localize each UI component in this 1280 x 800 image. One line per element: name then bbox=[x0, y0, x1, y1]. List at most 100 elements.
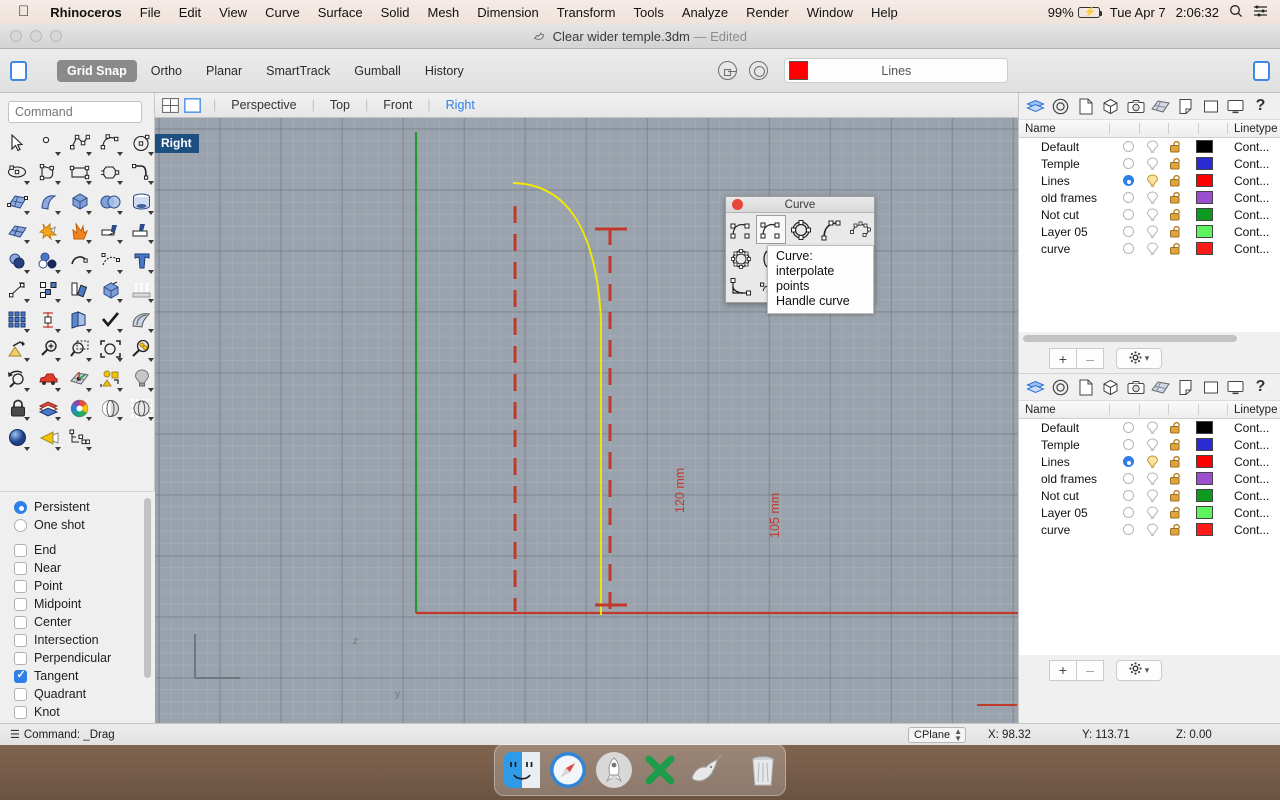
display-icon[interactable] bbox=[1223, 376, 1248, 398]
layer-visibility-icon[interactable] bbox=[1141, 454, 1164, 469]
quadrant-checkbox[interactable] bbox=[14, 687, 27, 701]
viewport-tab-right[interactable]: Right bbox=[438, 98, 483, 112]
table-row[interactable]: Layer 05 Cont... bbox=[1019, 223, 1280, 240]
curve-edit-icon[interactable] bbox=[64, 246, 95, 276]
layer-color-swatch[interactable] bbox=[1188, 225, 1220, 238]
layer-current-radio[interactable] bbox=[1115, 507, 1141, 518]
excel-icon[interactable] bbox=[641, 750, 679, 790]
table-row[interactable]: old frames Cont... bbox=[1019, 189, 1280, 206]
finder-icon[interactable] bbox=[503, 750, 541, 790]
notes-icon[interactable] bbox=[1173, 376, 1198, 398]
layer-current-radio[interactable] bbox=[1115, 192, 1141, 203]
select-objects-icon[interactable] bbox=[95, 364, 126, 394]
page-icon[interactable] bbox=[1073, 376, 1098, 398]
osnap-knot[interactable]: Knot bbox=[14, 703, 155, 721]
layer-current-radio[interactable] bbox=[1115, 209, 1141, 220]
notes-icon[interactable] bbox=[1173, 95, 1198, 117]
layer-color-swatch[interactable] bbox=[1188, 421, 1220, 434]
layer-linetype[interactable]: Cont... bbox=[1220, 174, 1280, 188]
layer-lock-icon[interactable] bbox=[1164, 455, 1188, 468]
layer-current-radio[interactable] bbox=[1115, 158, 1141, 169]
zoom-extents-icon[interactable] bbox=[95, 335, 126, 365]
layer-color-swatch[interactable] bbox=[1188, 157, 1220, 170]
layer-current-radio[interactable] bbox=[1115, 226, 1141, 237]
ortho-button[interactable]: Ortho bbox=[141, 60, 192, 82]
menu-item-curve[interactable]: Curve bbox=[256, 5, 309, 20]
copy-icon[interactable] bbox=[33, 276, 64, 306]
ghosted-view-icon[interactable] bbox=[126, 394, 157, 424]
control-center-icon[interactable] bbox=[1253, 5, 1268, 20]
curve-tool-icon[interactable] bbox=[95, 128, 126, 158]
camera-icon[interactable] bbox=[1123, 376, 1148, 398]
gumball-button[interactable]: Gumball bbox=[344, 60, 411, 82]
layer-lock-icon[interactable] bbox=[1164, 157, 1188, 170]
layers-icon[interactable] bbox=[1023, 376, 1048, 398]
walkabout-icon[interactable] bbox=[33, 364, 64, 394]
layer-current-radio[interactable] bbox=[1115, 490, 1141, 501]
named-views-icon[interactable] bbox=[1198, 376, 1223, 398]
menu-item-view[interactable]: View bbox=[210, 5, 256, 20]
osnap-icon[interactable] bbox=[718, 61, 738, 80]
apple-logo-icon[interactable]:  bbox=[8, 3, 41, 22]
light-icon[interactable] bbox=[126, 364, 157, 394]
right-viewport[interactable]: Right 120 mm 105 mm z y Curve Curve: int… bbox=[155, 118, 1018, 723]
layer-linetype[interactable]: Cont... bbox=[1220, 157, 1280, 171]
color-wheel-icon[interactable] bbox=[64, 394, 95, 424]
layer-visibility-icon[interactable] bbox=[1141, 156, 1164, 171]
single-viewport-icon[interactable] bbox=[184, 97, 201, 113]
layer-color-swatch[interactable] bbox=[1188, 472, 1220, 485]
rectangle-tool-icon[interactable] bbox=[64, 158, 95, 188]
table-row[interactable]: Temple Cont... bbox=[1019, 436, 1280, 453]
layer-linetype[interactable]: Cont... bbox=[1220, 455, 1280, 469]
menu-item-edit[interactable]: Edit bbox=[170, 5, 210, 20]
table-row[interactable]: curve Cont... bbox=[1019, 521, 1280, 538]
viewport-name-label[interactable]: Right bbox=[155, 134, 199, 153]
explode-icon[interactable] bbox=[33, 217, 64, 247]
table-row[interactable]: Default Cont... bbox=[1019, 138, 1280, 155]
command-input[interactable] bbox=[8, 101, 142, 123]
osnap-tangent[interactable]: Tangent bbox=[14, 667, 155, 685]
safari-icon[interactable] bbox=[549, 750, 587, 790]
layer-linetype[interactable]: Cont... bbox=[1220, 225, 1280, 239]
curve-interpolate-points-icon[interactable] bbox=[756, 215, 786, 244]
table-row[interactable]: Default Cont... bbox=[1019, 419, 1280, 436]
table-row[interactable]: Lines Cont... bbox=[1019, 453, 1280, 470]
help-icon[interactable]: ? bbox=[1248, 376, 1273, 398]
ellipse-tool-icon[interactable] bbox=[2, 158, 33, 188]
minimize-window-button[interactable] bbox=[30, 30, 42, 42]
layer-options-button[interactable]: ▾ bbox=[1116, 348, 1162, 369]
layer-linetype[interactable]: Cont... bbox=[1220, 140, 1280, 154]
layer-current-radio[interactable] bbox=[1115, 175, 1141, 186]
osnap-center[interactable]: Center bbox=[14, 613, 155, 631]
layer-lock-icon[interactable] bbox=[1164, 506, 1188, 519]
curve-rebuild-icon[interactable] bbox=[95, 246, 126, 276]
layer-current-radio[interactable] bbox=[1115, 243, 1141, 254]
move-icon[interactable] bbox=[2, 276, 33, 306]
center-checkbox[interactable] bbox=[14, 615, 27, 629]
blast-icon[interactable] bbox=[64, 217, 95, 247]
properties-icon[interactable] bbox=[1048, 95, 1073, 117]
dimension-icon[interactable] bbox=[33, 305, 64, 335]
properties-icon[interactable] bbox=[1048, 376, 1073, 398]
osnap-near[interactable]: Near bbox=[14, 559, 155, 577]
layer-lock-icon[interactable] bbox=[1164, 191, 1188, 204]
polygon-tool-icon[interactable] bbox=[95, 158, 126, 188]
layer-lock-icon[interactable] bbox=[1164, 438, 1188, 451]
planar-button[interactable]: Planar bbox=[196, 60, 252, 82]
layer-lock-icon[interactable] bbox=[1164, 489, 1188, 502]
layer-current-radio[interactable] bbox=[1115, 141, 1141, 152]
lock-icon[interactable] bbox=[2, 394, 33, 424]
window-traffic-lights[interactable] bbox=[0, 30, 62, 42]
layer-color-swatch[interactable] bbox=[1188, 174, 1220, 187]
knot-checkbox[interactable] bbox=[14, 705, 27, 719]
layer-linetype[interactable]: Cont... bbox=[1220, 438, 1280, 452]
menu-item-file[interactable]: File bbox=[131, 5, 170, 20]
table-row[interactable]: curve Cont... bbox=[1019, 240, 1280, 257]
layer-linetype[interactable]: Cont... bbox=[1220, 489, 1280, 503]
menu-item-dimension[interactable]: Dimension bbox=[468, 5, 547, 20]
viewport-tab-perspective[interactable]: Perspective bbox=[223, 98, 304, 112]
layer-linetype[interactable]: Cont... bbox=[1220, 208, 1280, 222]
rotate-view-icon[interactable] bbox=[2, 364, 33, 394]
one-shot-radio[interactable] bbox=[14, 518, 27, 532]
sweep-surface-icon[interactable] bbox=[33, 187, 64, 217]
